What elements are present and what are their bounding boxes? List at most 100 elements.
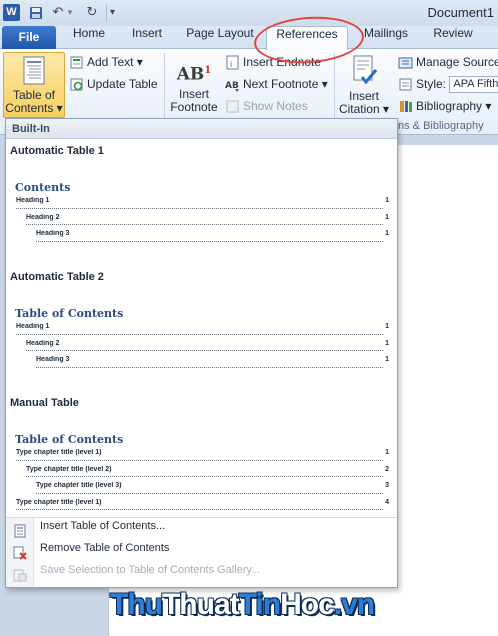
- update-table-icon: [69, 77, 84, 92]
- save-icon[interactable]: [28, 4, 44, 22]
- toc-leader-dots: [36, 240, 383, 242]
- gallery-item-title: Automatic Table 2: [10, 271, 104, 283]
- add-text-button[interactable]: Add Text ▾: [69, 52, 143, 72]
- insert-citation-button[interactable]: Insert Citation ▾: [338, 52, 390, 118]
- insert-toc-label: Insert Table of Contents...: [40, 520, 166, 532]
- toc-entry-text: Type chapter title (level 2): [26, 465, 114, 473]
- toc-page-number: 1: [385, 449, 389, 456]
- style-icon: [398, 77, 413, 92]
- toc-preview-line: Type chapter title (level 1) 1: [10, 449, 397, 466]
- watermark-part1: Thu: [110, 588, 163, 621]
- gallery-item-title: Automatic Table 1: [10, 145, 104, 157]
- watermark-logo: ThuThuatTinHoc.vn: [110, 588, 375, 622]
- toc-entry-text: Heading 1: [16, 197, 52, 204]
- toc-page-number: 1: [385, 230, 389, 237]
- insert-footnote-label-line2: Footnote: [170, 100, 218, 114]
- toc-page-number: 1: [385, 339, 389, 347]
- insert-endnote-label: Insert Endnote: [243, 55, 322, 69]
- insert-toc-menu-item[interactable]: Insert Table of Contents...: [6, 520, 397, 542]
- toc-leader-dots: [16, 207, 383, 209]
- insert-endnote-button[interactable]: i Insert Endnote: [225, 52, 321, 72]
- toc-preview-line: Heading 3 1: [10, 230, 397, 247]
- add-text-icon: [69, 55, 84, 70]
- toc-leader-dots: [26, 224, 383, 225]
- toc-preview-line: Heading 1 1: [10, 323, 397, 340]
- menu-separator: [6, 517, 397, 518]
- style-selector[interactable]: Style: APA Fifth: [398, 74, 498, 94]
- document-title: Document1: [427, 5, 494, 20]
- toc-label-line2: Contents ▾: [5, 101, 63, 115]
- toc-gallery-item[interactable]: Automatic Table 2 Table of Contents Headin…: [6, 265, 397, 391]
- tab-home[interactable]: Home: [64, 26, 114, 49]
- toc-preview-line: Heading 1 1: [10, 197, 397, 214]
- toc-preview-line: Heading 3 1: [10, 356, 397, 373]
- toc-leader-dots: [16, 333, 383, 335]
- built-in-header: Built-In: [6, 119, 397, 139]
- toc-gallery-item[interactable]: Manual Table Table of Contents Type chapte…: [6, 391, 397, 525]
- manage-sources-icon: [398, 55, 413, 70]
- toc-gallery-list: Automatic Table 1 Contents Heading 1 1 Headi…: [6, 139, 397, 525]
- bibliography-button[interactable]: Bibliography ▾: [398, 96, 491, 116]
- tab-file[interactable]: File: [2, 26, 56, 49]
- toc-leader-dots: [36, 492, 383, 494]
- toc-entry-text: Heading 2: [26, 339, 62, 347]
- word-logo-icon[interactable]: W: [3, 4, 20, 21]
- undo-dropdown-icon[interactable]: ▾: [66, 4, 74, 22]
- show-notes-label: Show Notes: [243, 99, 308, 113]
- toc-preview-heading: Contents: [15, 181, 71, 194]
- watermark-part3: Tin: [238, 588, 281, 621]
- insert-citation-label-line2: Citation ▾: [338, 102, 390, 116]
- add-text-label: Add Text ▾: [87, 55, 143, 69]
- toc-leader-dots: [26, 476, 383, 477]
- next-footnote-label: Next Footnote ▾: [243, 77, 328, 91]
- save-selection-icon: [13, 568, 27, 582]
- toc-entry-text: Heading 3: [36, 356, 72, 363]
- tab-review[interactable]: Review: [428, 26, 478, 49]
- remove-toc-menu-item[interactable]: Remove Table of Contents: [6, 542, 397, 564]
- toc-preview-line: Type chapter title (level 2) 2: [10, 465, 397, 483]
- toc-preview-line: Type chapter title (level 1) 4: [10, 498, 397, 516]
- show-notes-icon: [225, 99, 240, 114]
- bibliography-icon: [398, 99, 413, 114]
- toc-entry-text: Heading 3: [36, 230, 72, 237]
- toc-entry-text: Type chapter title (level 3): [36, 482, 124, 489]
- toc-entry-text: Type chapter title (level 1): [16, 449, 104, 456]
- tab-references[interactable]: References: [266, 26, 348, 50]
- citation-icon: [353, 55, 378, 85]
- show-notes-button[interactable]: Show Notes: [225, 96, 308, 116]
- remove-toc-icon: [13, 546, 27, 560]
- toc-leader-dots: [16, 459, 383, 461]
- toc-entry-text: Heading 2: [26, 213, 62, 221]
- undo-icon[interactable]: ↶: [50, 4, 66, 22]
- title-bar: W ↶ ▾ ↻ ▾ Document1: [0, 0, 498, 26]
- next-footnote-button[interactable]: AB Next Footnote ▾: [225, 74, 328, 94]
- manage-sources-button[interactable]: Manage Source: [398, 52, 498, 72]
- table-of-contents-icon: [23, 56, 45, 85]
- table-of-contents-dropdown: Built-In Automatic Table 1 Contents Headin…: [5, 118, 398, 588]
- update-table-label: Update Table: [87, 77, 158, 91]
- watermark-part4: Hoc: [280, 588, 335, 621]
- manage-sources-label: Manage Source: [416, 55, 498, 69]
- toc-gallery-item[interactable]: Automatic Table 1 Contents Heading 1 1 Headi…: [6, 139, 397, 265]
- watermark-part2: Thuat: [161, 588, 240, 621]
- gallery-item-title: Manual Table: [10, 397, 79, 409]
- tab-page-layout[interactable]: Page Layout: [180, 26, 260, 49]
- table-of-contents-button[interactable]: Table of Contents ▾: [3, 52, 65, 118]
- tab-insert[interactable]: Insert: [122, 26, 172, 49]
- svg-text:i: i: [230, 60, 232, 69]
- style-label: Style:: [416, 77, 447, 91]
- save-selection-menu-item[interactable]: Save Selection to Table of Contents Gall…: [6, 564, 397, 586]
- style-dropdown[interactable]: APA Fifth: [449, 76, 498, 94]
- redo-icon[interactable]: ↻: [84, 4, 100, 22]
- toc-page-number: 1: [385, 213, 389, 221]
- customize-qat-icon[interactable]: ▾: [106, 4, 118, 22]
- save-selection-label: Save Selection to Table of Contents Gall…: [40, 564, 261, 576]
- toc-page-number: 3: [385, 482, 389, 489]
- toc-entry-text: Heading 1: [16, 323, 52, 330]
- watermark-part5: .vn: [333, 588, 375, 621]
- bibliography-label: Bibliography ▾: [416, 99, 492, 113]
- insert-footnote-button[interactable]: AB1 Insert Footnote: [168, 52, 220, 118]
- next-footnote-icon: AB: [225, 77, 240, 93]
- tab-mailings[interactable]: Mailings: [356, 26, 416, 49]
- update-table-button[interactable]: Update Table: [69, 74, 158, 94]
